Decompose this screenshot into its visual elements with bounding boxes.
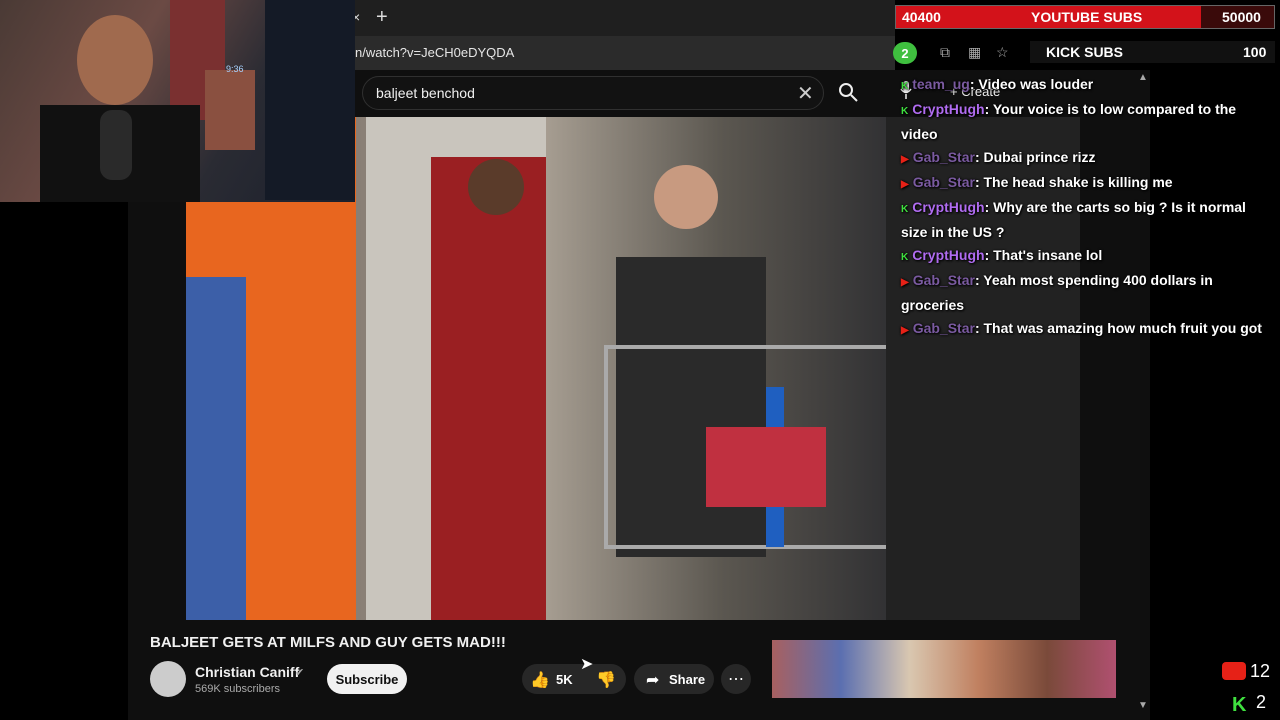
verified-icon: ✔ (295, 667, 305, 679)
youtube-subs-label: YOUTUBE SUBS (1031, 9, 1143, 25)
chat-message: ▶ Gab_Star: Yeah most spending 400 dollar… (901, 269, 1276, 317)
extension-icon[interactable]: ⧉ (940, 44, 950, 61)
subscribe-button[interactable]: Subscribe (327, 664, 407, 694)
like-count[interactable]: 5K (556, 672, 573, 687)
chat-text: : The head shake is killing me (974, 174, 1173, 190)
chat-message: ▶ Gab_Star: The head shake is killing me (901, 171, 1276, 196)
youtube-icon: ▶ (901, 179, 909, 190)
chat-message: K CryptHugh: Your voice is to low compare… (901, 98, 1276, 146)
like-icon[interactable]: 👍 (530, 670, 550, 690)
youtube-subs-current: 40400 (902, 9, 941, 25)
chat-text: : That was amazing how much fruit you go… (974, 320, 1262, 336)
webcam-frame (40, 0, 355, 202)
search-icon[interactable] (836, 80, 860, 104)
kick-subs-target: 100 (1243, 44, 1267, 60)
chat-text: : Video was louder (969, 76, 1094, 92)
chat-username: CryptHugh (912, 247, 985, 263)
kick-subs-label: KICK SUBS (1046, 44, 1124, 60)
youtube-viewers-icon (1222, 662, 1246, 680)
chat-message: Kteam_ug: Video was louder (901, 73, 1276, 98)
chat-text: : That's insane lol (984, 247, 1103, 263)
clear-search-icon[interactable]: ✕ (797, 81, 814, 106)
youtube-icon: ▶ (901, 154, 909, 165)
kick-icon: K (901, 204, 909, 215)
more-actions-icon[interactable]: ⋯ (721, 664, 751, 694)
youtube-icon: ▶ (901, 277, 909, 288)
stream-chat: Kteam_ug: Video was louder K CryptHugh: Yo… (901, 73, 1276, 342)
url-text[interactable]: n/watch?v=JeCH0eDYQDA (355, 45, 514, 60)
chat-username: CryptHugh (912, 199, 985, 215)
recommended-video-thumbnail[interactable] (772, 640, 1116, 698)
scroll-down-icon[interactable]: ▼ (1138, 700, 1148, 711)
kick-viewers-icon: K (1232, 694, 1247, 716)
chat-username: team_ug (912, 76, 970, 92)
chat-message: ▶ Gab_Star: That was amazing how much fru… (901, 317, 1276, 342)
youtube-viewer-count: 12 (1250, 661, 1271, 681)
channel-name[interactable]: Christian Caniff (195, 664, 299, 680)
dislike-icon[interactable]: 👎 (596, 670, 616, 690)
chat-message: K CryptHugh: That's insane lol (901, 244, 1276, 269)
kick-icon: K (901, 106, 909, 117)
browser-tab-bar (355, 0, 895, 36)
video-title: BALJEET GETS AT MILFS AND GUY GETS MAD!!… (150, 634, 506, 651)
kick-viewer-count: 2 (1256, 692, 1267, 712)
chat-username: Gab_Star (912, 320, 975, 336)
chat-username: Gab_Star (912, 149, 975, 165)
webcam-feed (0, 0, 355, 202)
webcam-clock: 9:36 (226, 64, 244, 74)
chat-message: K CryptHugh: Why are the carts so big ? I… (901, 196, 1276, 244)
share-label: Share (669, 672, 706, 687)
kick-icon: K (901, 81, 909, 92)
search-input[interactable]: baljeet benchod (376, 85, 475, 101)
subscriber-count: 569K subscribers (195, 683, 280, 695)
youtube-icon: ▶ (901, 325, 909, 336)
youtube-subs-target: 50000 (1222, 9, 1261, 25)
mouse-cursor-icon: ➤ (580, 656, 594, 673)
chat-username: CryptHugh (912, 101, 985, 117)
puzzle-icon[interactable]: ▦ (968, 44, 981, 61)
chat-username: Gab_Star (912, 174, 975, 190)
kick-icon: K (901, 252, 909, 263)
chat-message: ▶ Gab_Star: Dubai prince rizz (901, 146, 1276, 171)
chat-username: Gab_Star (912, 272, 975, 288)
chat-text: : Dubai prince rizz (974, 149, 1096, 165)
star-icon[interactable]: ☆ (996, 44, 1009, 61)
share-icon: ➦ (646, 672, 660, 689)
extension-badge[interactable]: 2 (893, 42, 917, 64)
channel-avatar[interactable] (150, 661, 186, 697)
new-tab-icon[interactable]: + (376, 6, 388, 29)
